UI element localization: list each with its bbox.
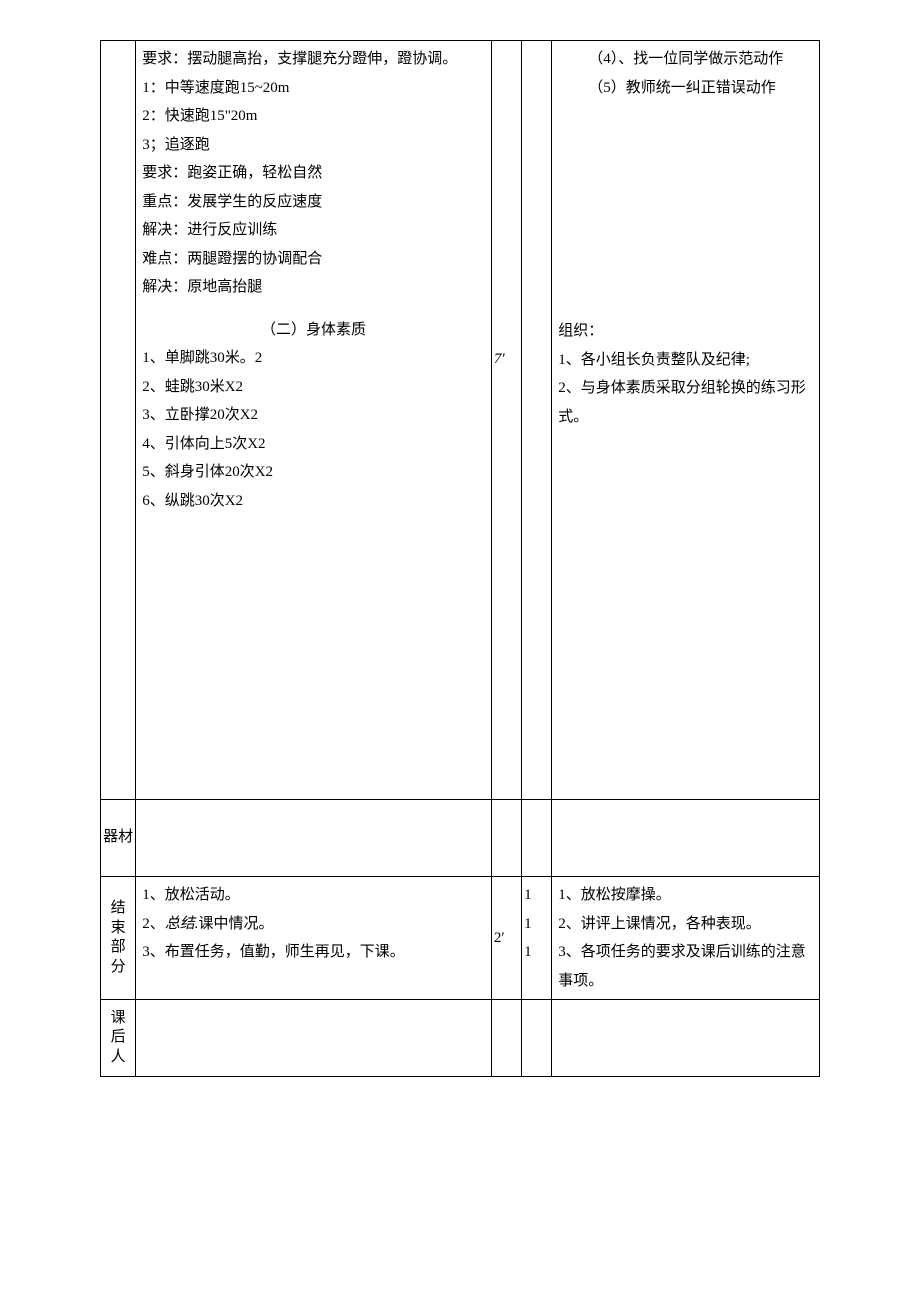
list-item: 2、蛙跳30米X2 xyxy=(142,373,485,402)
list-item: 3；追逐跑 xyxy=(142,131,485,160)
table-row: 结 束 部 分 1、放松活动。 2、总结.课中情况。 3、布置任务，值勤，师生再… xyxy=(101,877,820,1000)
count-cell xyxy=(522,41,552,800)
count-cell xyxy=(522,1000,552,1077)
note-item: 2、讲评上课情况，各种表现。 xyxy=(558,910,813,939)
label-char: 后 xyxy=(103,1028,133,1048)
time-value: 2′ xyxy=(494,924,519,953)
label-char: 分 xyxy=(103,958,133,978)
table-row: 要求：摆动腿高抬，支撑腿充分蹬伸，蹬协调。 1：中等速度跑15~20m 2：快速… xyxy=(101,41,820,800)
key-point: 解决：进行反应训练 xyxy=(142,216,485,245)
time-value: 7′ xyxy=(494,345,519,374)
note-item: 3、各项任务的要求及课后训练的注意事项。 xyxy=(558,938,813,995)
count-value: 1 xyxy=(524,910,549,939)
label-char: 部 xyxy=(103,938,133,958)
row-label-ending: 结 束 部 分 xyxy=(101,877,136,1000)
list-item: 1、放松活动。 xyxy=(142,881,485,910)
org-item: 1、各小组长负责整队及纪律; xyxy=(558,346,813,375)
list-item: 5、斜身引体20次X2 xyxy=(142,458,485,487)
requirement-text: 要求：跑姿正确，轻松自然 xyxy=(142,159,485,188)
label-char: 束 xyxy=(103,919,133,939)
requirement-text: 要求：摆动腿高抬，支撑腿充分蹬伸，蹬协调。 xyxy=(142,45,485,74)
time-cell xyxy=(491,800,521,877)
note-item: （4）、找一位同学做示范动作 xyxy=(558,45,813,74)
main-content-cell: 要求：摆动腿高抬，支撑腿充分蹬伸，蹬协调。 1：中等速度跑15~20m 2：快速… xyxy=(136,41,492,800)
equipment-cell xyxy=(136,800,492,877)
key-point: 重点：发展学生的反应速度 xyxy=(142,188,485,217)
after-notes-cell xyxy=(552,1000,820,1077)
section-title: （二）身体素质 xyxy=(142,316,485,345)
label-char: 人 xyxy=(103,1048,133,1068)
time-cell: 2′ xyxy=(491,877,521,1000)
row-label-after: 课 后 人 xyxy=(101,1000,136,1077)
list-item: 4、引体向上5次X2 xyxy=(142,430,485,459)
count-cell: 1 1 1 xyxy=(522,877,552,1000)
equipment-notes-cell xyxy=(552,800,820,877)
ending-content-cell: 1、放松活动。 2、总结.课中情况。 3、布置任务，值勤，师生再见，下课。 xyxy=(136,877,492,1000)
label-text: 器材 xyxy=(103,828,133,848)
organization-cell: （4）、找一位同学做示范动作 （5）教师统一纠正错误动作 组织： 1、各小组长负… xyxy=(552,41,820,800)
ending-notes-cell: 1、放松按摩操。 2、讲评上课情况，各种表现。 3、各项任务的要求及课后训练的注… xyxy=(552,877,820,1000)
key-point: 难点：两腿蹬摆的协调配合 xyxy=(142,245,485,274)
time-cell: 7′ xyxy=(491,41,521,800)
key-point: 解决：原地高抬腿 xyxy=(142,273,485,302)
row-label-equipment: 器材 xyxy=(101,800,136,877)
list-item: 1：中等速度跑15~20m xyxy=(142,74,485,103)
label-char: 结 xyxy=(103,899,133,919)
row-label-cell xyxy=(101,41,136,800)
table-row: 器材 xyxy=(101,800,820,877)
time-cell xyxy=(491,1000,521,1077)
after-content-cell xyxy=(136,1000,492,1077)
list-item: 3、立卧撑20次X2 xyxy=(142,401,485,430)
lesson-plan-table: 要求：摆动腿高抬，支撑腿充分蹬伸，蹬协调。 1：中等速度跑15~20m 2：快速… xyxy=(100,40,820,1077)
note-item: 1、放松按摩操。 xyxy=(558,881,813,910)
org-item: 2、与身体素质采取分组轮换的练习形式。 xyxy=(558,374,813,431)
label-char: 课 xyxy=(103,1009,133,1029)
table-row: 课 后 人 xyxy=(101,1000,820,1077)
list-item: 2、总结.课中情况。 xyxy=(142,910,485,939)
count-cell xyxy=(522,800,552,877)
list-item: 6、纵跳30次X2 xyxy=(142,487,485,516)
note-item: （5）教师统一纠正错误动作 xyxy=(558,74,813,103)
count-value: 1 xyxy=(524,881,549,910)
list-item: 1、单脚跳30米。2 xyxy=(142,344,485,373)
org-label: 组织： xyxy=(558,317,813,346)
list-item: 3、布置任务，值勤，师生再见，下课。 xyxy=(142,938,485,967)
list-item: 2：快速跑15"20m xyxy=(142,102,485,131)
count-value: 1 xyxy=(524,938,549,967)
